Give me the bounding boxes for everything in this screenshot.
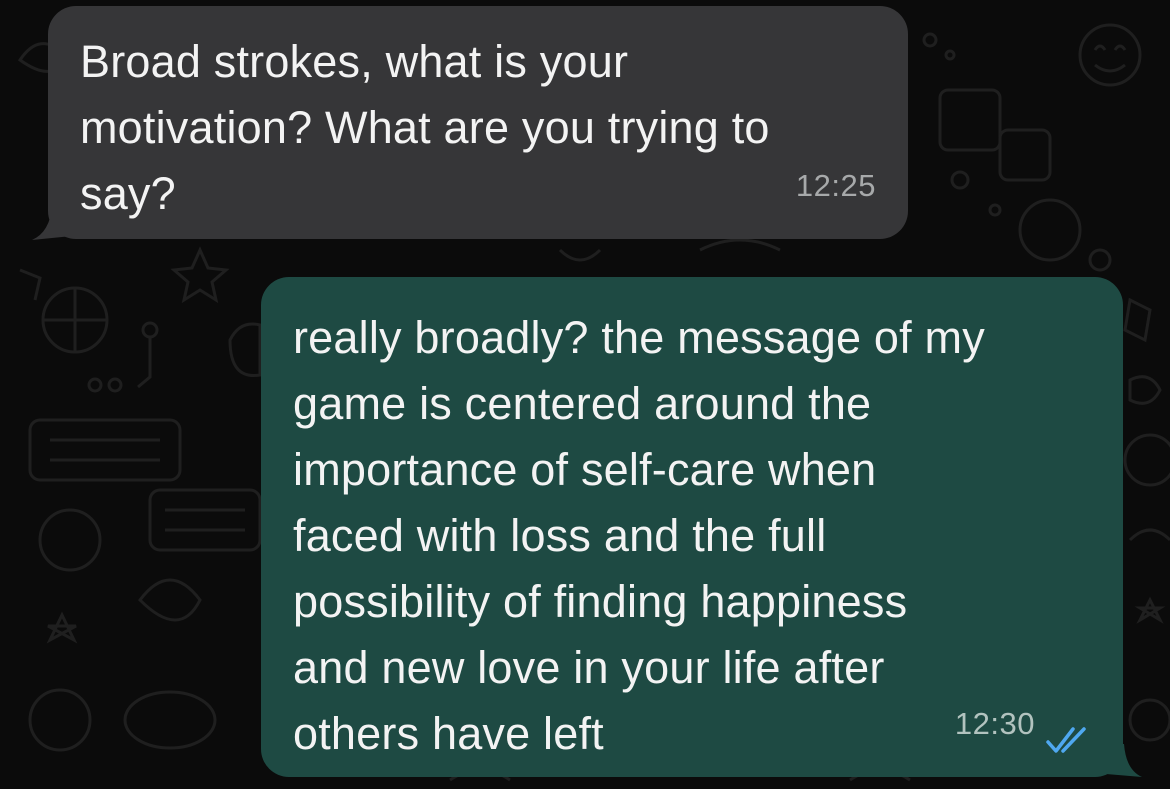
- outgoing-bubble-tail: [1106, 744, 1142, 777]
- incoming-message-time: 12:25: [795, 168, 876, 203]
- incoming-message-text: Broad strokes, what is your motivation? …: [80, 36, 770, 219]
- double-check-read-icon: [1046, 727, 1086, 753]
- incoming-message-bubble[interactable]: Broad strokes, what is your motivation? …: [48, 6, 908, 239]
- outgoing-message-time: 12:30: [954, 706, 1035, 741]
- outgoing-message-bubble[interactable]: really broadly? the message of my game i…: [261, 277, 1123, 777]
- incoming-bubble-tail: [32, 206, 72, 240]
